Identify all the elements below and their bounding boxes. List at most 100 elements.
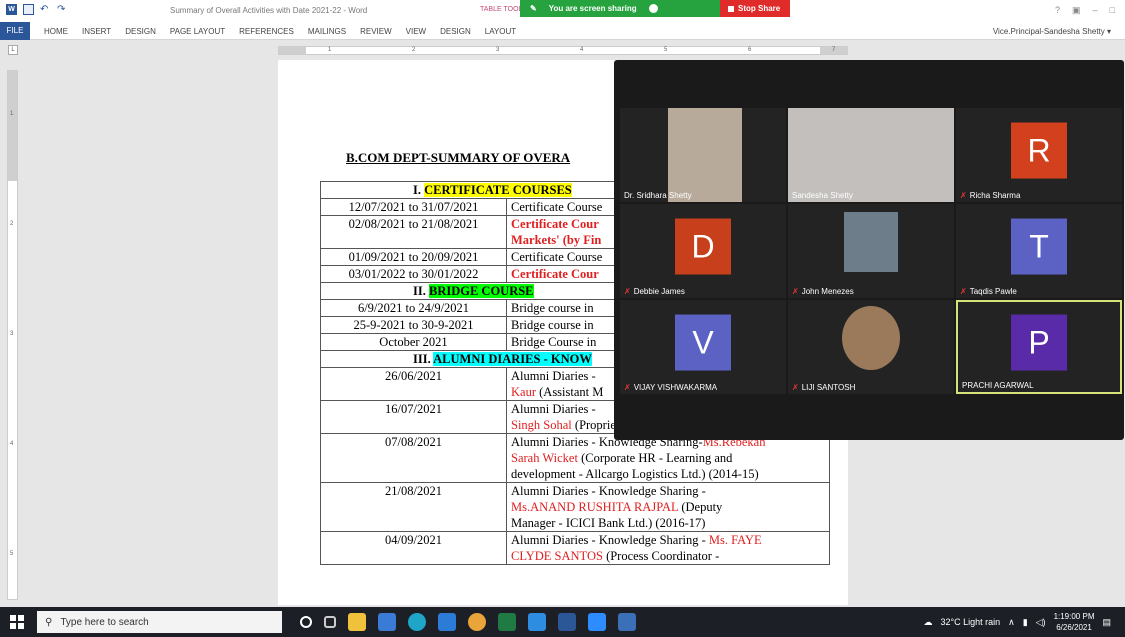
ribbon-tabs: HOME INSERT DESIGN PAGE LAYOUT REFERENCES MAI…	[44, 27, 516, 36]
tab-selector[interactable]: L	[8, 45, 18, 55]
table-row: 07/08/2021 Alumni Diaries - Knowledge Sha…	[320, 433, 830, 483]
participant-tile[interactable]: P PRACHI AGARWAL	[956, 300, 1122, 394]
search-placeholder: Type here to search	[60, 616, 149, 628]
ruler-number: 4	[580, 47, 584, 53]
undo-icon[interactable]: ↶	[40, 4, 51, 15]
participant-video	[842, 306, 900, 370]
participant-name: ✗ Richa Sharma	[960, 191, 1020, 200]
ribbon-tab-home[interactable]: HOME	[44, 27, 68, 36]
row-date: 26/06/2021	[320, 367, 507, 401]
cell-text: Markets' (by Fin	[511, 233, 602, 247]
participant-tile[interactable]: ✗ LIJI SANTOSH	[788, 300, 954, 394]
cell-highlight-text: Kaur	[511, 385, 536, 399]
participant-name: ✗ John Menezes	[792, 287, 854, 296]
meeting-gallery-view[interactable]: Dr. Sridhara Shetty Sandesha Shetty R ✗ Rich…	[614, 60, 1124, 440]
ribbon-tab-design[interactable]: DESIGN	[125, 27, 156, 36]
title-bar: W ↶ ↷ Summary of Overall Activities with…	[0, 0, 1125, 22]
help-button[interactable]: ?	[1055, 5, 1060, 16]
windows-start-icon[interactable]	[10, 615, 24, 629]
taskbar-search[interactable]: ⚲ Type here to search	[37, 611, 282, 633]
stop-share-button[interactable]: Stop Share	[720, 0, 790, 17]
vruler-number: 4	[10, 441, 14, 447]
notifications-icon[interactable]: ▤	[1102, 617, 1111, 628]
word-app-icon: W	[6, 4, 17, 15]
file-explorer-icon[interactable]	[348, 613, 366, 631]
muted-mic-icon: ✗	[792, 287, 799, 296]
row-date: 21/08/2021	[320, 482, 507, 532]
share-status: ✎ You are screen sharing	[520, 0, 720, 17]
cell-text: Certificate Course	[511, 200, 603, 214]
participant-name-text: PRACHI AGARWAL	[962, 381, 1034, 390]
ribbon-tab-layout[interactable]: LAYOUT	[485, 27, 516, 36]
cell-text: Manager - ICICI Bank Ltd.) (2016-17)	[511, 516, 706, 530]
row-date: 03/01/2022 to 30/01/2022	[320, 265, 507, 283]
ruler-number: 3	[496, 47, 500, 53]
maximize-button[interactable]: □	[1110, 5, 1115, 16]
word-taskbar-icon[interactable]	[558, 613, 576, 631]
row-date: 01/09/2021 to 20/09/2021	[320, 248, 507, 266]
redo-icon[interactable]: ↷	[57, 4, 68, 15]
clock-date: 6/26/2021	[1056, 623, 1092, 632]
clock-time: 1:19:00 PM	[1053, 612, 1095, 621]
photos-icon[interactable]	[528, 613, 546, 631]
vruler-number: 1	[10, 111, 14, 117]
participant-tile[interactable]: D ✗ Debbie James	[620, 204, 786, 298]
volume-icon[interactable]: ◁)	[1036, 617, 1046, 628]
participant-video	[788, 108, 954, 202]
ribbon-options-icon[interactable]: ▣	[1072, 5, 1081, 16]
edge-icon[interactable]	[408, 613, 426, 631]
vruler-number: 5	[10, 551, 14, 557]
row-description: Alumni Diaries - Knowledge Sharing - Ms.A…	[506, 482, 830, 532]
file-tab[interactable]: FILE	[0, 22, 30, 40]
mail-icon[interactable]	[438, 613, 456, 631]
user-account[interactable]: Vice.Principal-Sandesha Shetty ▾	[993, 27, 1111, 36]
table-row: 04/09/2021 Alumni Diaries - Knowledge Sha…	[320, 531, 830, 565]
participant-avatar: R	[1011, 122, 1067, 179]
cell-text: (Corporate HR - Learning and	[577, 451, 733, 465]
ribbon-tab-mailings[interactable]: MAILINGS	[308, 27, 346, 36]
ribbon-tab-page-layout[interactable]: PAGE LAYOUT	[170, 27, 225, 36]
document-title: Summary of Overall Activities with Date …	[170, 6, 368, 15]
cell-highlight-text: Sarah Wicket	[511, 451, 578, 465]
ribbon-tab-insert[interactable]: INSERT	[82, 27, 111, 36]
feather-app-icon[interactable]	[618, 613, 636, 631]
ruler-number: 5	[664, 47, 668, 53]
weather-icon[interactable]: ☁	[923, 617, 932, 628]
save-icon[interactable]	[23, 4, 34, 15]
cell-text: (Process Coordinator -	[602, 549, 720, 563]
section-title: ALUMNI DIARIES - KNOW	[433, 352, 592, 366]
table-row: 21/08/2021 Alumni Diaries - Knowledge Sha…	[320, 482, 830, 532]
minimize-button[interactable]: –	[1093, 5, 1098, 16]
cell-text: Alumni Diaries - Knowledge Sharing -	[511, 484, 706, 498]
clock[interactable]: 1:19:00 PM 6/26/2021	[1054, 611, 1095, 633]
ribbon-tab-review[interactable]: REVIEW	[360, 27, 392, 36]
zoom-icon[interactable]	[588, 613, 606, 631]
vertical-ruler[interactable]: 1 2 3 4 5	[7, 70, 18, 600]
participant-tile[interactable]: R ✗ Richa Sharma	[956, 108, 1122, 202]
excel-icon[interactable]	[498, 613, 516, 631]
chrome-icon[interactable]	[468, 613, 486, 631]
ribbon-tab-design[interactable]: DESIGN	[440, 27, 471, 36]
row-date: 04/09/2021	[320, 531, 507, 565]
network-icon[interactable]: ▮	[1023, 617, 1028, 628]
cell-highlight-text: Ms.ANAND RUSHITA RAJPAL	[511, 500, 679, 514]
participant-name: ✗ VIJAY VISHWAKARMA	[624, 383, 717, 392]
tray-chevron-icon[interactable]: ∧	[1008, 617, 1015, 628]
task-view-icon[interactable]	[324, 616, 336, 628]
ruler-number: 7	[832, 47, 836, 53]
cell-highlight-text: Ms. FAYE	[708, 533, 762, 547]
cortana-icon[interactable]	[300, 616, 312, 628]
section-number: III.	[413, 352, 434, 366]
participant-tile[interactable]: Dr. Sridhara Shetty	[620, 108, 786, 202]
ribbon-tab-view[interactable]: VIEW	[406, 27, 426, 36]
weather-text[interactable]: 32°C Light rain	[940, 617, 1000, 627]
pin-icon[interactable]: ✎	[530, 4, 537, 13]
ribbon-tab-references[interactable]: REFERENCES	[239, 27, 294, 36]
participant-tile[interactable]: V ✗ VIJAY VISHWAKARMA	[620, 300, 786, 394]
horizontal-ruler[interactable]: 1 2 3 4 5 6 7	[278, 46, 848, 55]
shield-icon[interactable]	[648, 4, 658, 13]
participant-tile[interactable]: T ✗ Taqdis Pawle	[956, 204, 1122, 298]
store-icon[interactable]	[378, 613, 396, 631]
participant-tile[interactable]: Sandesha Shetty	[788, 108, 954, 202]
participant-tile[interactable]: ✗ John Menezes	[788, 204, 954, 298]
